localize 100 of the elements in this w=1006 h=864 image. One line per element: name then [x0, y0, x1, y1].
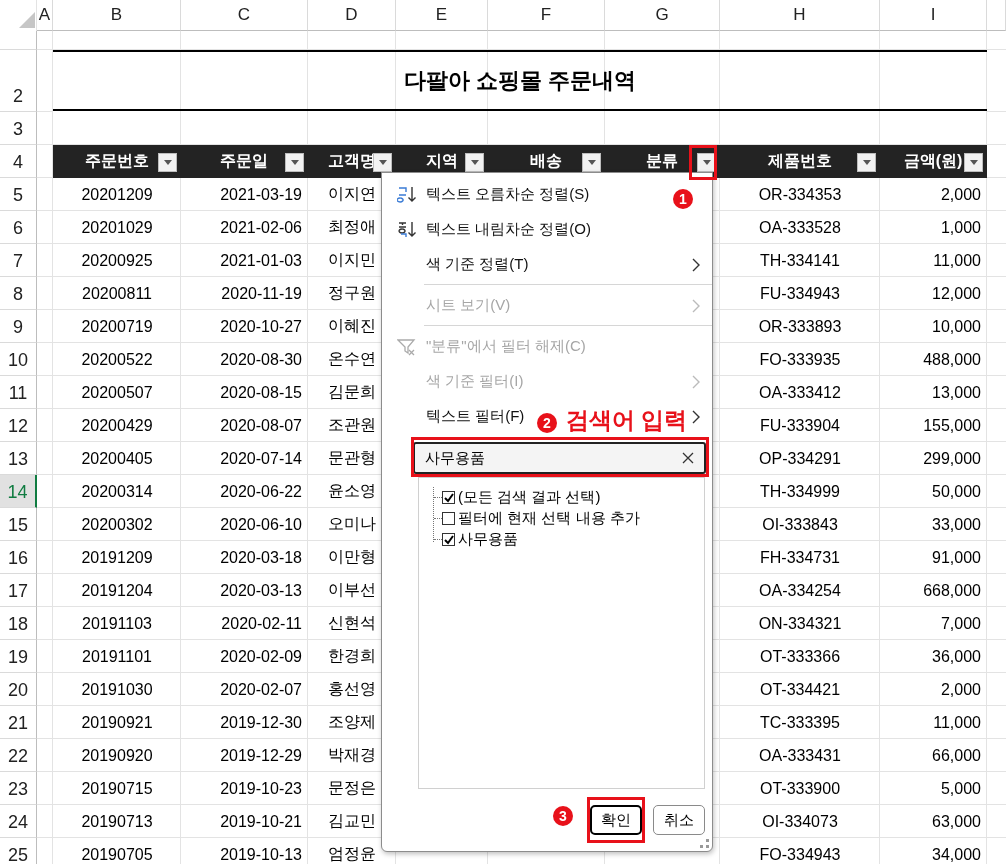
table-cell-text: ON-334321 [757, 613, 843, 634]
row-header[interactable]: 4 [0, 145, 37, 178]
table-cell-text: 50,000 [931, 481, 982, 502]
row-header[interactable]: 10 [0, 343, 37, 376]
row-header[interactable]: 23 [0, 772, 37, 805]
row-header[interactable]: 18 [0, 607, 37, 640]
clear-search-button[interactable] [680, 450, 696, 466]
row-header[interactable]: 16 [0, 541, 37, 574]
table-cell-text: 668,000 [922, 580, 982, 601]
column-header[interactable]: B [53, 0, 181, 31]
search-field[interactable]: 사무용품 [413, 442, 706, 474]
table-cell-text: 2020-03-13 [219, 580, 303, 601]
table-cell-text: 신현석 [327, 613, 377, 633]
row-header[interactable]: 13 [0, 442, 37, 475]
menu-item[interactable]: 텍스트 필터(F) [382, 399, 531, 434]
table-cell-text: OA-333528 [758, 217, 842, 238]
checkbox[interactable] [442, 491, 455, 504]
table-cell-text: 34,000 [931, 844, 982, 864]
table-cell-text: 2020-06-22 [219, 481, 303, 502]
table-cell-text: 66,000 [931, 745, 982, 766]
list-item-label[interactable]: (모든 검색 결과 선택) [458, 488, 601, 507]
row-header[interactable]: 15 [0, 508, 37, 541]
chevron-right-icon [692, 258, 700, 272]
column-header[interactable]: F [488, 0, 605, 31]
menu-item[interactable]: 텍스트 오름차순 정렬(S) [382, 177, 596, 212]
table-cell-text: 2020-08-15 [219, 382, 303, 403]
column-header[interactable]: E [396, 0, 488, 31]
filter-dropdown-button[interactable] [158, 153, 177, 172]
table-cell-text: 2019-10-23 [219, 778, 303, 799]
column-heading-text: 배송 [530, 151, 562, 171]
table-cell-text: OI-333843 [761, 514, 839, 535]
filter-dropdown-button[interactable] [582, 153, 601, 172]
table-cell-text: 20201209 [80, 184, 154, 205]
resize-grip-icon [700, 839, 710, 849]
table-cell-text: 155,000 [922, 415, 982, 436]
menu-item[interactable]: 색 기준 정렬(T) [382, 247, 535, 282]
row-header[interactable]: 12 [0, 409, 37, 442]
table-cell-text: 2020-11-19 [220, 283, 303, 304]
table-cell-text: 20191209 [80, 547, 154, 568]
table-cell-text: 11,000 [932, 250, 982, 271]
row-header[interactable]: 2 [0, 50, 37, 112]
table-cell-text: 2019-12-30 [219, 712, 303, 733]
column-heading-text: 제품번호 [767, 151, 832, 171]
checkbox[interactable] [442, 512, 455, 525]
column-header[interactable]: A [37, 0, 53, 31]
caret-icon [862, 160, 871, 165]
table-cell-text: 91,000 [931, 547, 982, 568]
row-header[interactable]: 14 [0, 475, 37, 508]
table-cell-text: 2021-03-19 [219, 184, 303, 205]
highlight-frame [689, 145, 717, 180]
filter-dropdown-button[interactable] [285, 153, 304, 172]
table-cell-text: 이지연 [327, 184, 377, 204]
list-item-label[interactable]: 필터에 현재 선택 내용 추가 [458, 509, 640, 528]
row-header[interactable]: 11 [0, 376, 37, 409]
row-header[interactable]: 21 [0, 706, 37, 739]
table-cell-text: 20191030 [80, 679, 154, 700]
row-header[interactable]: 20 [0, 673, 37, 706]
table-cell-text: 2021-02-06 [219, 217, 303, 238]
filter-dropdown-button[interactable] [465, 153, 484, 172]
caret-icon [470, 160, 479, 165]
row-header[interactable]: 8 [0, 277, 37, 310]
table-cell-text: 20190705 [80, 844, 154, 864]
filter-dropdown-button[interactable] [964, 153, 983, 172]
column-header[interactable]: G [605, 0, 720, 31]
column-header[interactable]: I [880, 0, 987, 31]
row-header[interactable]: 19 [0, 640, 37, 673]
row-header[interactable]: 22 [0, 739, 37, 772]
table-cell-text: 한경희 [327, 646, 377, 666]
column-header[interactable]: D [308, 0, 396, 31]
table-cell-text: 문관형 [327, 448, 377, 468]
filter-dropdown-button[interactable] [373, 153, 392, 172]
table-cell-text: 2019-12-29 [219, 745, 303, 766]
row-header[interactable]: 9 [0, 310, 37, 343]
ok-button[interactable]: 확인 [590, 805, 642, 835]
table-cell-text: OA-334254 [758, 580, 842, 601]
checkbox[interactable] [442, 533, 455, 546]
cancel-button[interactable]: 취소 [653, 805, 705, 835]
filter-dropdown-button[interactable] [857, 153, 876, 172]
table-cell-text: 조관원 [327, 415, 377, 435]
row-header[interactable]: 5 [0, 178, 37, 211]
table-cell-text: 윤소영 [327, 481, 377, 501]
table-cell-text: 이지민 [327, 250, 377, 270]
row-header[interactable]: 3 [0, 112, 37, 145]
column-header[interactable]: H [720, 0, 880, 31]
row-header[interactable]: 7 [0, 244, 37, 277]
row-header[interactable]: 17 [0, 574, 37, 607]
table-cell-text: 2021-01-03 [219, 250, 303, 271]
table-cell-text: 20200925 [80, 250, 154, 271]
column-header[interactable]: C [181, 0, 308, 31]
row-header[interactable]: 6 [0, 211, 37, 244]
column-heading-text: 고객명 [327, 151, 376, 171]
table-cell-text: OT-334421 [758, 679, 842, 700]
table-cell-text: 20191103 [81, 613, 153, 634]
menu-item[interactable]: 텍스트 내림차순 정렬(O) [382, 212, 597, 247]
table-cell-text: FO-333935 [758, 349, 842, 370]
list-item-label[interactable]: 사무용품 [458, 530, 518, 549]
caret-icon [587, 160, 596, 165]
row-header[interactable]: 24 [0, 805, 37, 838]
table-cell-text: 조양제 [327, 712, 377, 732]
table-cell-text: 2020-07-14 [219, 448, 303, 469]
